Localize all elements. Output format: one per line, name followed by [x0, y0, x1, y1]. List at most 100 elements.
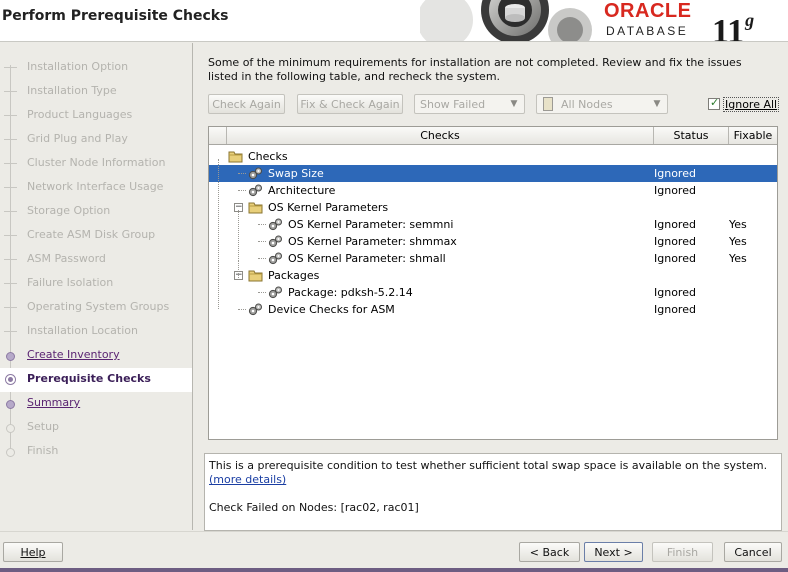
sidebar-step: ASM Password	[0, 248, 192, 272]
step-indicator-icon	[6, 352, 15, 361]
step-indicator-icon	[4, 187, 17, 188]
table-row[interactable]: Architecture Ignored	[209, 182, 777, 199]
table-row[interactable]: Checks	[209, 148, 777, 165]
column-header-checks[interactable]: Checks	[226, 127, 653, 144]
ignore-all-checkbox[interactable]: ✓ Ignore All	[708, 96, 780, 112]
check-fixable: Yes	[729, 218, 747, 231]
column-header-status[interactable]: Status	[653, 127, 728, 144]
nodes-filter-dropdown[interactable]: All Nodes ▼	[536, 94, 668, 114]
sidebar-step-label: Installation Location	[27, 324, 138, 337]
check-name: Packages	[268, 269, 320, 282]
intro-text: Some of the minimum requirements for ins…	[208, 56, 742, 83]
oracle-logo: ORACLE DATABASE	[604, 0, 722, 41]
tree-connector	[218, 159, 219, 309]
help-label: Help	[20, 545, 46, 559]
check-name: OS Kernel Parameter: shmmax	[288, 235, 457, 248]
checks-table: Checks Status Fixable Checks Swap Size Ign…	[208, 126, 778, 440]
table-row[interactable]: OS Kernel Parameter: shmmax Ignored Yes	[209, 233, 777, 250]
check-name: OS Kernel Parameter: shmall	[288, 252, 446, 265]
footer-bar: Help < Back Next > Finish Cancel	[0, 531, 788, 572]
oracle-wordmark: ORACLE	[604, 0, 692, 22]
details-panel: This is a prerequisite condition to test…	[204, 453, 782, 531]
check-name: Swap Size	[268, 167, 324, 180]
chevron-down-icon: ▼	[510, 99, 518, 109]
step-indicator-icon	[4, 283, 17, 284]
folder-icon	[228, 149, 243, 163]
sidebar-step-label: Installation Option	[27, 60, 129, 73]
sidebar-step-label: Setup	[27, 420, 60, 433]
check-status: Ignored	[654, 303, 696, 316]
sidebar-step-label: Storage Option	[27, 204, 111, 217]
sidebar-step-label: Failure Isolation	[27, 276, 114, 289]
check-status: Ignored	[654, 184, 696, 197]
tree-connector	[258, 241, 266, 242]
server-icon	[543, 97, 553, 111]
table-row[interactable]: Swap Size Ignored	[209, 165, 777, 182]
sidebar-step-label: Summary	[27, 396, 81, 409]
show-filter-value: Show Failed	[420, 98, 486, 111]
step-indicator-icon	[4, 259, 17, 260]
sidebar-step-label: Installation Type	[27, 84, 117, 97]
sidebar-step: Prerequisite Checks	[0, 368, 192, 392]
table-row[interactable]: − OS Kernel Parameters	[209, 199, 777, 216]
back-button[interactable]: < Back	[519, 542, 580, 562]
sidebar-step: Setup	[0, 416, 192, 440]
failed-nodes-text: Check Failed on Nodes: [rac02, rac01]	[209, 501, 419, 514]
finish-button[interactable]: Finish	[652, 542, 713, 562]
step-indicator-icon	[4, 91, 17, 92]
gear-icon	[248, 183, 263, 197]
sidebar-step[interactable]: Create Inventory	[0, 344, 192, 368]
column-header-fixable[interactable]: Fixable	[728, 127, 777, 144]
sidebar-step: Finish	[0, 440, 192, 464]
gear-icon	[248, 166, 263, 180]
sidebar-step: Storage Option	[0, 200, 192, 224]
show-filter-dropdown[interactable]: Show Failed ▼	[414, 94, 525, 114]
tree-connector	[238, 309, 246, 310]
checkbox-box[interactable]: ✓	[708, 96, 720, 110]
table-row[interactable]: − Packages	[209, 267, 777, 284]
fix-and-check-again-button[interactable]: Fix & Check Again	[297, 94, 403, 114]
sidebar-step: Operating System Groups	[0, 296, 192, 320]
database-wordmark: DATABASE	[606, 24, 689, 38]
nodes-filter-value: All Nodes	[561, 98, 613, 111]
table-row[interactable]: Device Checks for ASM Ignored	[209, 301, 777, 318]
check-status: Ignored	[654, 218, 696, 231]
version-suffix: g	[745, 10, 755, 30]
table-header: Checks Status Fixable	[209, 127, 777, 145]
step-indicator-icon	[4, 139, 17, 140]
check-again-button[interactable]: Check Again	[208, 94, 285, 114]
sidebar-step[interactable]: Summary	[0, 392, 192, 416]
gears-graphic-icon	[420, 0, 600, 41]
check-status: Ignored	[654, 286, 696, 299]
sidebar-step: Create ASM Disk Group	[0, 224, 192, 248]
more-details-link[interactable]: (more details)	[209, 473, 286, 486]
check-status: Ignored	[654, 235, 696, 248]
page-title: Perform Prerequisite Checks	[2, 8, 229, 24]
checkmark-icon: ✓	[710, 96, 720, 109]
gear-icon	[268, 251, 283, 265]
details-description-text: This is a prerequisite condition to test…	[209, 459, 768, 472]
table-row[interactable]: OS Kernel Parameter: semmni Ignored Yes	[209, 216, 777, 233]
tree-connector	[238, 210, 239, 261]
sidebar-step-label: Network Interface Usage	[27, 180, 164, 193]
cancel-button[interactable]: Cancel	[724, 542, 782, 562]
gear-icon	[268, 234, 283, 248]
version-badge: 11g	[712, 0, 755, 42]
check-status: Ignored	[654, 167, 696, 180]
sidebar-step-label: ASM Password	[27, 252, 106, 265]
sidebar-step: Network Interface Usage	[0, 176, 192, 200]
tree-connector	[238, 261, 239, 278]
tree-connector	[258, 258, 266, 259]
gear-icon	[248, 302, 263, 316]
table-row[interactable]: OS Kernel Parameter: shmall Ignored Yes	[209, 250, 777, 267]
step-indicator-icon	[6, 448, 15, 457]
table-row[interactable]: Package: pdksh-5.2.14 Ignored	[209, 284, 777, 301]
help-button[interactable]: Help	[3, 542, 63, 562]
sidebar-step: Installation Option	[0, 56, 192, 80]
check-status: Ignored	[654, 252, 696, 265]
next-button[interactable]: Next >	[584, 542, 643, 562]
version-number: 11	[712, 13, 745, 42]
check-name: Architecture	[268, 184, 336, 197]
step-indicator-icon	[6, 400, 15, 409]
steps-sidebar: Installation Option Installation Type Prod…	[0, 43, 193, 530]
